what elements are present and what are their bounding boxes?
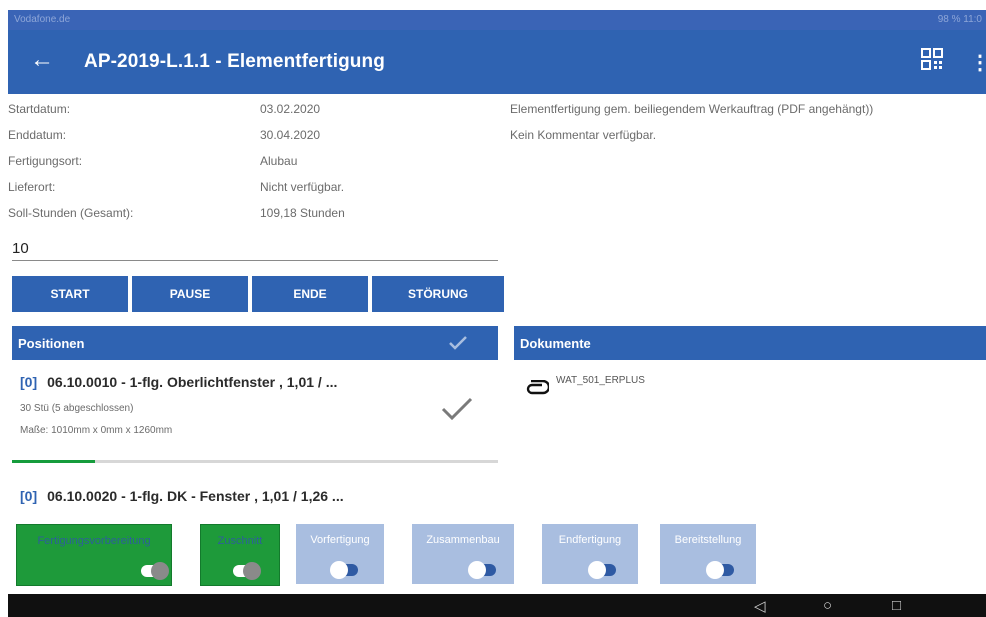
status-right: 98 % 11:0 — [937, 14, 982, 25]
progress-fill — [12, 460, 95, 463]
toggle-knob — [243, 562, 261, 580]
qr-code-icon[interactable] — [921, 48, 943, 70]
list-item-title[interactable]: [0] 06.10.0020 - 1-flg. DK - Fenster , 1,… — [20, 488, 344, 504]
toggle-switch[interactable] — [588, 561, 616, 579]
position-title: 06.10.0010 - 1-flg. Oberlichtfenster , 1… — [47, 374, 338, 390]
enddatum-value: 30.04.2020 — [260, 128, 321, 142]
enddatum-label: Enddatum: — [8, 128, 67, 142]
fertigungsort-label: Fertigungsort: — [8, 154, 83, 168]
position-count: 30 Stü (5 abgeschlossen) — [20, 403, 134, 414]
fertigungsort-value: Alubau — [260, 154, 298, 168]
phase-label: Zuschnitt — [217, 535, 263, 547]
quantity-input[interactable]: 10 — [12, 240, 29, 257]
status-bar: Vodafone.de 98 % 11:0 — [8, 10, 986, 30]
quantity-underline — [12, 260, 498, 261]
description-text: Elementfertigung gem. beiliegendem Werka… — [510, 102, 874, 116]
phase-fertigungsvorbereitung[interactable]: Fertigungsvorbereitung — [16, 524, 172, 586]
app-bar: ← AP-2019-L.1.1 - Elementfertigung ⋮ — [8, 30, 986, 94]
position-index: [0] — [20, 374, 38, 390]
stoerung-button[interactable]: STÖRUNG — [372, 276, 504, 312]
toggle-switch[interactable] — [330, 561, 358, 579]
phase-zusammenbau[interactable]: Zusammenbau — [412, 524, 514, 584]
comment-text: Kein Kommentar verfügbar. — [510, 128, 657, 142]
phase-label: Zusammenbau — [426, 534, 500, 546]
position-progress-bar — [12, 460, 498, 463]
check-icon[interactable] — [440, 396, 474, 422]
dokumente-title: Dokumente — [520, 336, 591, 351]
soll-stunden-label: Soll-Stunden (Gesamt): — [8, 206, 134, 220]
check-icon[interactable] — [448, 335, 468, 351]
phase-vorfertigung[interactable]: Vorfertigung — [296, 524, 384, 584]
system-nav-bar: ◁ ○ □ — [8, 594, 986, 617]
positionen-title: Positionen — [18, 336, 85, 351]
toggle-switch[interactable] — [233, 562, 261, 580]
dokumente-header: Dokumente — [514, 326, 986, 360]
pause-button[interactable]: PAUSE — [132, 276, 248, 312]
paperclip-icon — [526, 380, 549, 395]
phase-zuschnitt[interactable]: Zuschnitt — [200, 524, 280, 586]
lieferort-label: Lieferort: — [8, 180, 56, 194]
lieferort-value: Nicht verfügbar. — [260, 180, 345, 194]
home-nav-icon[interactable]: ○ — [823, 597, 832, 614]
arrow-left-icon[interactable]: ← — [30, 48, 54, 72]
soll-stunden-value: 109,18 Stunden — [260, 206, 345, 220]
phase-endfertigung[interactable]: Endfertigung — [542, 524, 638, 584]
toggle-knob — [588, 561, 606, 579]
toggle-knob — [330, 561, 348, 579]
toggle-knob — [468, 561, 486, 579]
toggle-switch[interactable] — [706, 561, 734, 579]
phase-label: Vorfertigung — [310, 534, 370, 546]
phase-label: Fertigungsvorbereitung — [37, 535, 151, 547]
position-title: 06.10.0020 - 1-flg. DK - Fenster , 1,01 … — [47, 488, 344, 504]
app-frame: Vodafone.de 98 % 11:0 ← AP-2019-L.1.1 - … — [8, 10, 986, 617]
ende-button[interactable]: ENDE — [252, 276, 368, 312]
toggle-knob — [706, 561, 724, 579]
startdatum-label: Startdatum: — [8, 102, 71, 116]
position-index: [0] — [20, 488, 38, 504]
document-link[interactable]: WAT_501_ERPLUS — [556, 375, 645, 386]
toggle-switch[interactable] — [468, 561, 496, 579]
toggle-knob — [151, 562, 169, 580]
phase-bereitstellung[interactable]: Bereitstellung — [660, 524, 756, 584]
startdatum-value: 03.02.2020 — [260, 102, 321, 116]
more-vertical-icon[interactable]: ⋮ — [970, 50, 986, 75]
position-dims: Maße: 1010mm x 0mm x 1260mm — [20, 425, 173, 436]
start-button[interactable]: START — [12, 276, 128, 312]
page-title: AP-2019-L.1.1 - Elementfertigung — [84, 51, 385, 72]
phase-label: Endfertigung — [558, 534, 622, 546]
positionen-header: Positionen — [12, 326, 498, 360]
toggle-switch[interactable] — [141, 562, 169, 580]
carrier-label: Vodafone.de — [14, 14, 71, 25]
phase-label: Bereitstellung — [674, 534, 742, 546]
list-item-title[interactable]: [0] 06.10.0010 - 1-flg. Oberlichtfenster … — [20, 374, 337, 390]
recents-nav-icon[interactable]: □ — [892, 597, 901, 614]
back-nav-icon[interactable]: ◁ — [754, 597, 766, 615]
